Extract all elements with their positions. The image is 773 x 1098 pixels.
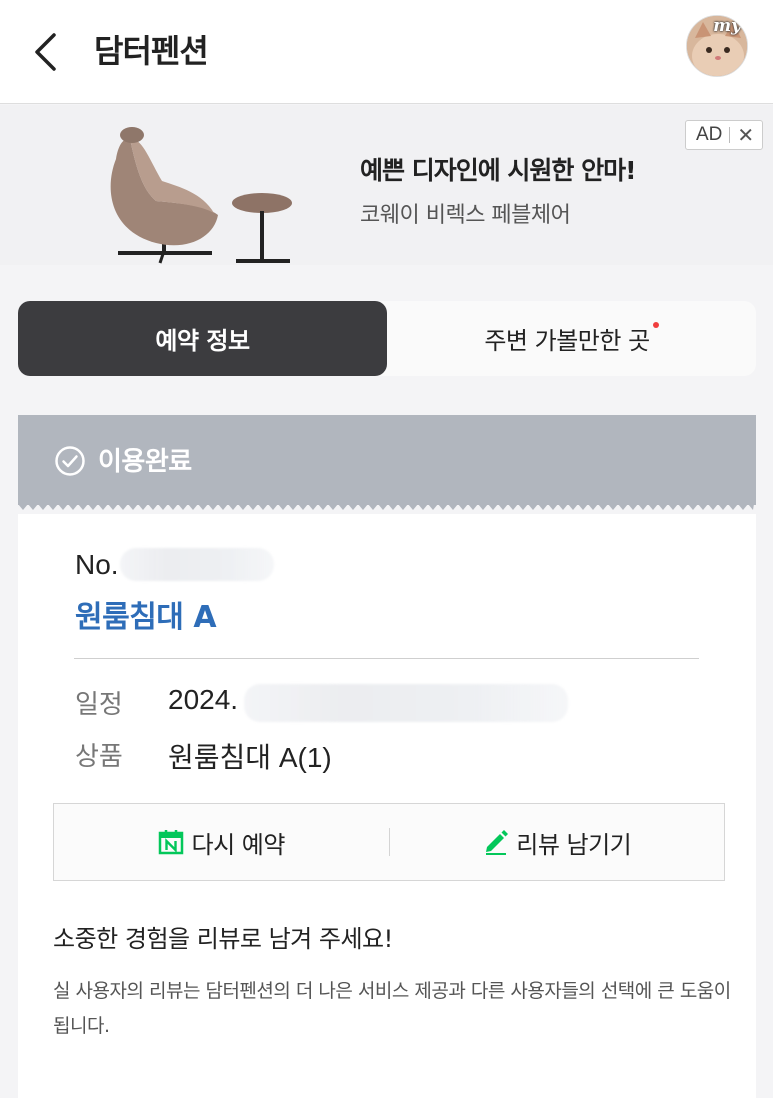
notification-dot: [652, 321, 659, 328]
back-button[interactable]: [28, 30, 64, 74]
page-title: 담터펜션: [94, 32, 209, 70]
product-value: 원룸침대 A(1): [168, 742, 332, 773]
review-prompt-title: 소중한 경험을 리뷰로 남겨 주세요!: [53, 925, 393, 953]
reservation-number-label: No.: [75, 549, 119, 580]
status-label: 이용완료: [98, 447, 192, 477]
top-app-bar: 담터펜션 my: [0, 0, 773, 104]
rebook-button[interactable]: 다시 예약: [54, 804, 389, 880]
ad-banner[interactable]: AD ✕ 예쁜 디자인에 시원한 안마! 코웨이 비렉스 페블체어: [0, 105, 773, 265]
write-review-button[interactable]: 리뷰 남기기: [390, 804, 725, 880]
product-label: 상품: [75, 742, 123, 772]
ad-subtitle: 코웨이 비렉스 페블체어: [360, 203, 571, 228]
tab-label: 예약 정보: [155, 327, 250, 355]
review-label: 리뷰 남기기: [516, 830, 632, 859]
redacted-schedule-date: [244, 684, 568, 722]
check-circle-icon: [55, 446, 85, 476]
profile-avatar[interactable]: my: [686, 15, 748, 77]
naver-calendar-icon: [158, 830, 183, 855]
avatar-my-label: my: [713, 16, 741, 36]
tab-label: 주변 가볼만한 곳: [484, 327, 650, 355]
schedule-row: 일정 2024.: [75, 684, 238, 721]
action-buttons: 다시 예약 리뷰 남기기: [53, 803, 725, 881]
ad-label: AD: [696, 124, 723, 145]
product-row: 상품 원룸침대 A(1): [75, 736, 332, 776]
ad-badge: AD ✕: [685, 120, 763, 150]
tab-bar: 예약 정보 주변 가볼만한 곳: [18, 301, 756, 376]
ad-close-icon[interactable]: ✕: [737, 123, 754, 148]
reservation-card: No. 원룸침대 A 일정 2024. 상품 원룸침대 A(1) 다시 예약 리…: [18, 514, 756, 1098]
review-prompt-description: 실 사용자의 리뷰는 담터펜션의 더 나은 서비스 제공과 다른 사용자들의 선…: [53, 980, 731, 1037]
pencil-icon: [486, 830, 509, 855]
room-name[interactable]: 원룸침대 A: [75, 592, 217, 636]
divider: [74, 658, 699, 659]
rebook-label: 다시 예약: [191, 830, 286, 859]
massage-chair-image: [110, 127, 292, 264]
tab-reservation-info[interactable]: 예약 정보: [18, 301, 387, 376]
ad-headline: 예쁜 디자인에 시원한 안마!: [360, 156, 637, 185]
schedule-label: 일정: [75, 690, 123, 720]
tab-nearby-places[interactable]: 주변 가볼만한 곳: [387, 301, 756, 376]
schedule-value: 2024.: [168, 684, 239, 715]
ad-badge-divider: [729, 127, 731, 143]
chevron-left-icon: [35, 33, 56, 71]
redacted-reservation-number: [120, 548, 274, 581]
